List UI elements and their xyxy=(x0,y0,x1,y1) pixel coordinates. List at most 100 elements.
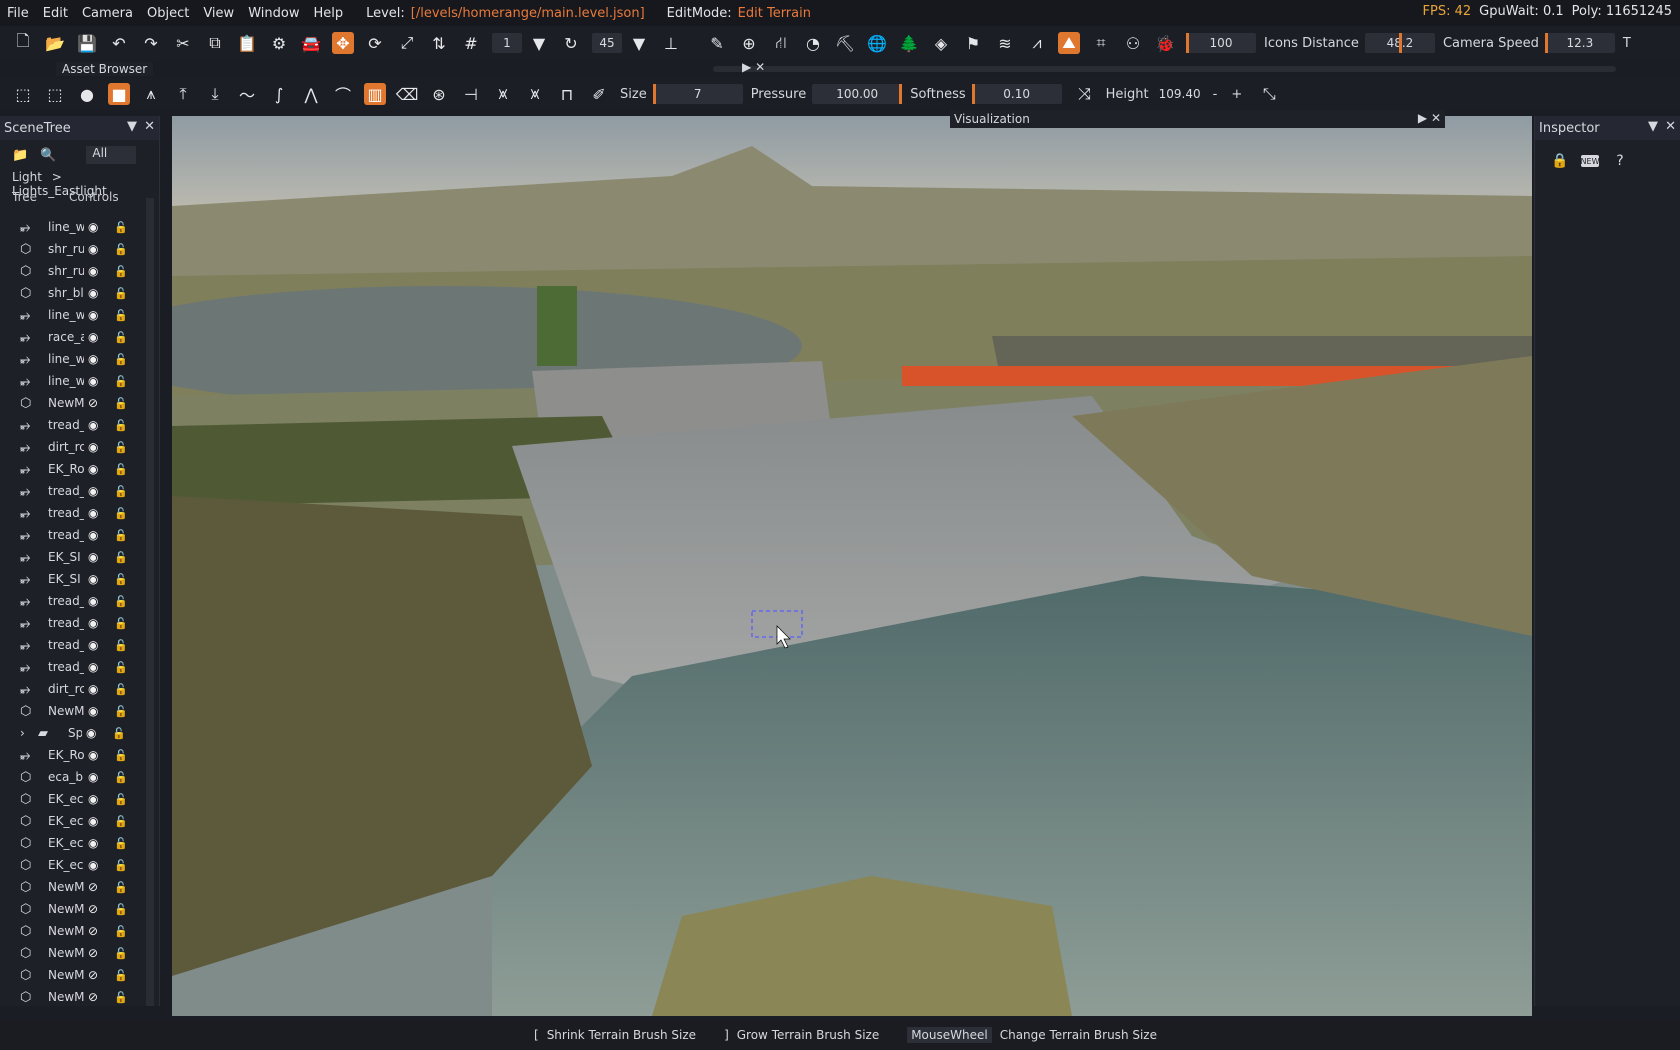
eye-icon[interactable]: ◉ xyxy=(88,220,106,234)
raise-icon[interactable]: ⤒ xyxy=(172,83,194,105)
panel-menu-icon[interactable]: ▼ xyxy=(127,119,137,134)
lower-icon[interactable]: ⤓ xyxy=(204,83,226,105)
select-tool-icon[interactable]: ⬚ xyxy=(12,83,34,105)
tree-row[interactable]: ⬡ NewM ⊘ 🔓 xyxy=(0,898,156,920)
unlock-icon[interactable]: 🔓 xyxy=(114,991,128,1004)
eye-icon[interactable]: ◉ xyxy=(88,374,106,388)
eye-icon[interactable]: ◉ xyxy=(88,484,106,498)
tree-row[interactable]: ⥵ tread_ ◉ 🔓 xyxy=(0,524,156,546)
eye-icon[interactable]: ◉ xyxy=(88,704,106,718)
eye-icon[interactable]: ◉ xyxy=(88,352,106,366)
unlock-icon[interactable]: 🔓 xyxy=(114,617,128,630)
copy-icon[interactable]: ⧉ xyxy=(204,32,226,54)
close-icon[interactable]: ✕ xyxy=(144,119,155,134)
eye-icon[interactable]: ◉ xyxy=(88,638,106,652)
unlock-icon[interactable]: 🔓 xyxy=(114,463,128,476)
eye-icon[interactable]: ◉ xyxy=(88,418,106,432)
material-paint-icon[interactable]: ⊛ xyxy=(428,83,450,105)
eye-icon[interactable]: ◉ xyxy=(88,330,106,344)
asset-browser-scroll[interactable] xyxy=(713,66,1616,72)
eye-hidden-icon[interactable]: ⊘ xyxy=(88,968,106,982)
unlock-icon[interactable]: 🔓 xyxy=(114,573,128,586)
measure-icon[interactable]: ⊣ xyxy=(460,83,482,105)
eye-icon[interactable]: ◉ xyxy=(88,814,106,828)
filter-field[interactable]: All xyxy=(86,146,137,164)
slope-alt-icon[interactable]: ⩙ xyxy=(524,83,546,105)
eye-hidden-icon[interactable]: ⊘ xyxy=(88,946,106,960)
terrain-editor-icon[interactable]: ⛰ xyxy=(1058,32,1080,54)
height-field[interactable]: 109.40 xyxy=(1155,84,1205,104)
menu-object[interactable]: Object xyxy=(140,6,196,21)
breadcrumb-root[interactable]: Light xyxy=(12,170,42,184)
circle-brush-icon[interactable]: ● xyxy=(76,83,98,105)
eye-icon[interactable]: ◉ xyxy=(88,528,106,542)
search-icon[interactable]: 🔍 xyxy=(40,148,56,163)
asset-browser-title[interactable]: Asset Browser xyxy=(56,62,154,76)
eye-hidden-icon[interactable]: ⊘ xyxy=(88,396,106,410)
icons-distance-field[interactable]: 48.2 xyxy=(1364,33,1435,53)
unlock-icon[interactable]: 🔓 xyxy=(114,287,128,300)
brush-pen-icon[interactable]: ✐ xyxy=(588,83,610,105)
translate-tool-icon[interactable]: ✥ xyxy=(332,32,354,54)
menu-help[interactable]: Help xyxy=(306,6,350,21)
camera-speed-field[interactable]: 12.3 xyxy=(1544,33,1615,53)
menu-edit[interactable]: Edit xyxy=(36,6,75,21)
unlock-icon[interactable]: 🔓 xyxy=(114,551,128,564)
eye-icon[interactable]: ◉ xyxy=(88,858,106,872)
tree-row[interactable]: ⥵ tread_ ◉ 🔓 xyxy=(0,612,156,634)
eraser-icon[interactable]: ⌫ xyxy=(396,83,419,105)
tree-row[interactable]: ⥵ tread_ ◉ 🔓 xyxy=(0,656,156,678)
unlock-icon[interactable]: 🔓 xyxy=(114,815,128,828)
height-decrement-button[interactable]: - xyxy=(1213,87,1218,102)
unlock-icon[interactable]: 🔓 xyxy=(114,419,128,432)
cut-icon[interactable]: ✂ xyxy=(172,32,194,54)
eye-icon[interactable]: ◉ xyxy=(88,242,106,256)
chevron-right-icon[interactable]: › xyxy=(20,726,25,740)
flatten-icon[interactable]: ⌒ xyxy=(332,83,354,105)
angle-snap-field[interactable]: 45 xyxy=(592,33,622,53)
road-tool-icon[interactable]: ⛙ xyxy=(770,32,792,54)
tree-row[interactable]: ⬡ NewM ⊘ 🔓 xyxy=(0,392,156,414)
help-icon[interactable]: ? xyxy=(1609,150,1631,172)
unlock-icon[interactable]: 🔓 xyxy=(114,221,128,234)
eye-icon[interactable]: ◉ xyxy=(88,682,106,696)
tree-row[interactable]: ⥵ race_a ◉ 🔓 xyxy=(0,326,156,348)
slope-up-icon[interactable]: ⊓ xyxy=(556,83,578,105)
unlock-icon[interactable]: 🔓 xyxy=(114,309,128,322)
unlock-icon[interactable]: 🔓 xyxy=(114,375,128,388)
unlock-icon[interactable]: 🔓 xyxy=(114,529,128,542)
eye-icon[interactable]: ◉ xyxy=(88,748,106,762)
spawn-point-icon[interactable]: ⚑ xyxy=(962,32,984,54)
icon-size-field[interactable]: 100 xyxy=(1186,33,1256,53)
tree-row[interactable]: ⬡ NewM ⊘ 🔓 xyxy=(0,964,156,986)
vehicle-icon[interactable]: 🚘 xyxy=(300,32,322,54)
tree-row[interactable]: ⥵ tread_ ◉ 🔓 xyxy=(0,414,156,436)
height-increment-button[interactable]: + xyxy=(1231,87,1242,102)
angle-dropdown-icon[interactable]: ▼ xyxy=(628,32,650,54)
close-icon[interactable]: ✕ xyxy=(1665,119,1676,134)
height-pick-icon[interactable]: ⤨ xyxy=(1074,83,1096,105)
tree-row[interactable]: ⬡ shr_ru ◉ 🔓 xyxy=(0,260,156,282)
unlock-icon[interactable]: 🔓 xyxy=(114,947,128,960)
tree-row[interactable]: ⥵ dirt_rc ◉ 🔓 xyxy=(0,678,156,700)
eye-icon[interactable]: ◉ xyxy=(88,264,106,278)
unlock-icon[interactable]: 🔓 xyxy=(114,485,128,498)
snap-axis-icon[interactable]: ⇅ xyxy=(428,32,450,54)
unlock-icon[interactable]: 🔓 xyxy=(114,903,128,916)
add-object-icon[interactable]: ⊕ xyxy=(738,32,760,54)
tree-row[interactable]: › ▰ Sp ◉ 🔓 xyxy=(0,722,156,744)
open-folder-icon[interactable]: 📂 xyxy=(44,32,66,54)
tree-row[interactable]: ⥵ EK_Ro ◉ 🔓 xyxy=(0,458,156,480)
pencil-icon[interactable]: ✎ xyxy=(706,32,728,54)
tree-row[interactable]: ⥵ line_w ◉ 🔓 xyxy=(0,304,156,326)
forest-icon[interactable]: 🌲 xyxy=(898,32,920,54)
unlock-icon[interactable]: 🔓 xyxy=(114,837,128,850)
eye-icon[interactable]: ◉ xyxy=(88,770,106,784)
menu-view[interactable]: View xyxy=(196,6,241,21)
tree-row[interactable]: ⬡ shr_bl ◉ 🔓 xyxy=(0,282,156,304)
tree-row[interactable]: ⥵ tread_ ◉ 🔓 xyxy=(0,502,156,524)
scale-tool-icon[interactable]: ⤢ xyxy=(396,32,418,54)
softness-field[interactable]: 0.10 xyxy=(971,84,1062,104)
tree-row[interactable]: ⬡ NewM ⊘ 🔓 xyxy=(0,876,156,898)
unlock-icon[interactable]: 🔓 xyxy=(114,595,128,608)
